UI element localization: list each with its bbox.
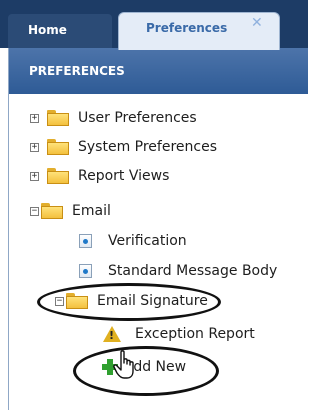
expand-icon[interactable]: + <box>30 142 39 152</box>
tree-label: Verification <box>108 233 187 249</box>
tree-label: User Preferences <box>78 110 197 126</box>
document-icon <box>79 264 92 278</box>
tab-home-label: Home <box>28 23 67 37</box>
document-icon <box>79 234 92 248</box>
expand-icon[interactable]: + <box>30 171 39 181</box>
tree-item-report-views[interactable]: + Report Views <box>30 165 169 187</box>
tab-preferences-label: Preferences <box>146 21 228 35</box>
close-icon[interactable]: ✕ <box>251 15 263 31</box>
folder-icon <box>47 139 69 155</box>
highlight-oval-add-new <box>73 346 219 396</box>
panel-title: PREFERENCES <box>29 64 125 78</box>
folder-icon <box>41 203 63 219</box>
tree-item-standard-message-body[interactable]: Standard Message Body <box>79 260 277 282</box>
tree-item-verification[interactable]: Verification <box>79 230 187 252</box>
tree-label: Exception Report <box>135 326 255 342</box>
tree-item-user-preferences[interactable]: + User Preferences <box>30 107 197 129</box>
hand-cursor-icon <box>113 350 134 379</box>
tree-label: System Preferences <box>78 139 217 155</box>
panel-header: PREFERENCES <box>8 48 308 94</box>
tree-item-exception-report[interactable]: ! Exception Report <box>103 323 255 345</box>
tab-preferences[interactable]: Preferences ✕ <box>118 12 280 50</box>
warning-glyph: ! <box>109 329 115 342</box>
highlight-oval-email-signature <box>37 283 221 321</box>
folder-icon <box>47 110 69 126</box>
tree-label: Email <box>72 203 111 219</box>
folder-icon <box>47 168 69 184</box>
tree-label: Standard Message Body <box>108 263 278 279</box>
tree-item-email[interactable]: − Email <box>30 200 111 222</box>
warning-icon: ! <box>103 326 121 342</box>
tab-home[interactable]: Home <box>8 14 112 48</box>
collapse-icon[interactable]: − <box>30 206 39 216</box>
tree-item-system-preferences[interactable]: + System Preferences <box>30 136 217 158</box>
expand-icon[interactable]: + <box>30 113 39 123</box>
tree-label: Report Views <box>78 168 170 184</box>
